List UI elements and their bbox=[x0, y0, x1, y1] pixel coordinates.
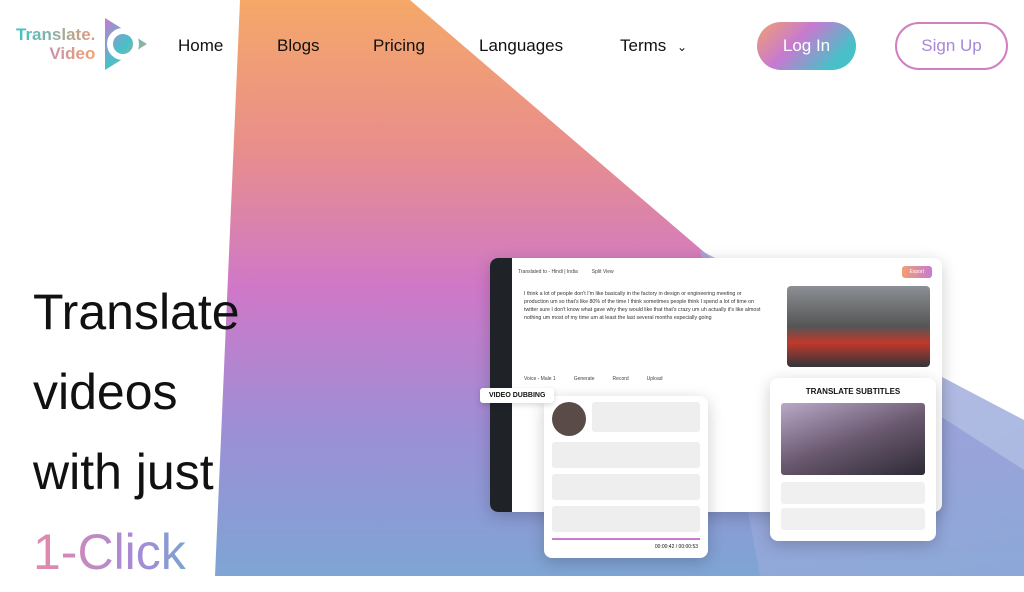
nav-home[interactable]: Home bbox=[178, 36, 223, 56]
translate-subtitles-card: TRANSLATE SUBTITLES bbox=[770, 378, 936, 541]
app-toolbar: Translated to - Hindi | India Split View… bbox=[518, 266, 932, 278]
nav-blogs[interactable]: Blogs bbox=[277, 36, 320, 56]
export-button: Export bbox=[901, 266, 932, 278]
nav-languages[interactable]: Languages bbox=[479, 36, 563, 56]
signup-button[interactable]: Sign Up bbox=[895, 22, 1008, 70]
app-sidebar bbox=[490, 258, 512, 512]
subtitle-video-thumbnail bbox=[781, 403, 925, 475]
avatar bbox=[552, 402, 586, 436]
login-button[interactable]: Log In bbox=[757, 22, 856, 70]
video-preview bbox=[787, 286, 930, 367]
nav-pricing[interactable]: Pricing bbox=[373, 36, 425, 56]
logo[interactable]: Translate. Video bbox=[16, 16, 151, 72]
nav-terms[interactable]: Terms ⌄ bbox=[620, 36, 687, 56]
transcript-text: I think a lot of people don't I'm like b… bbox=[524, 291, 761, 321]
video-dubbing-label: VIDEO DUBBING bbox=[480, 388, 555, 403]
chevron-down-icon: ⌄ bbox=[677, 40, 688, 54]
play-logo-icon bbox=[105, 18, 148, 70]
hero-heading: Translate videos with just 1-Click bbox=[33, 272, 240, 592]
video-dubbing-card: 00:00:42 / 00:00:53 bbox=[544, 396, 708, 558]
